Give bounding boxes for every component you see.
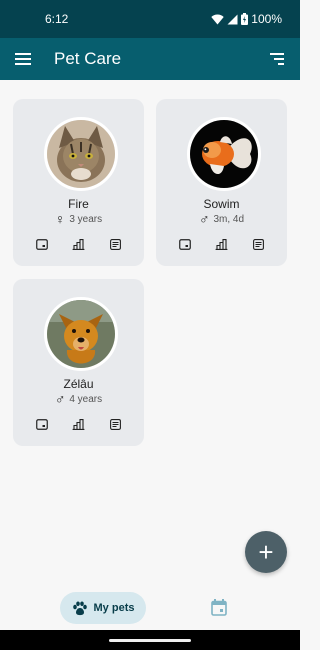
notes-icon[interactable] — [251, 237, 265, 251]
status-bar: 6:12 100% — [0, 0, 300, 38]
pet-name: Sowim — [203, 197, 240, 211]
pet-meta: ♂ 4 years — [13, 392, 144, 406]
pet-photo-dog — [44, 297, 118, 371]
chart-icon[interactable] — [215, 237, 229, 251]
pet-age: 3m, 4d — [213, 213, 245, 225]
paw-icon — [72, 601, 87, 615]
nav-item-my-pets[interactable]: My pets — [60, 592, 146, 624]
hamburger-menu-icon[interactable] — [14, 50, 32, 68]
notes-icon[interactable] — [108, 237, 122, 251]
battery-percent: 100% — [251, 12, 282, 26]
bottom-nav: My pets — [0, 588, 300, 630]
pet-card[interactable]: Sowim ♂ 3m, 4d — [156, 99, 287, 266]
status-icons: 100% — [211, 12, 282, 26]
weight-icon[interactable] — [35, 417, 49, 431]
plus-icon: + — [258, 536, 274, 567]
male-icon: ♂ — [198, 211, 210, 227]
pet-meta: ♀ 3 years — [13, 212, 144, 226]
weight-icon[interactable] — [178, 237, 192, 251]
app-bar: Pet Care — [0, 38, 300, 80]
card-actions — [35, 417, 122, 431]
signal-icon — [227, 14, 238, 24]
notes-icon[interactable] — [108, 417, 122, 431]
calendar-icon[interactable] — [211, 599, 229, 617]
add-pet-button[interactable]: + — [245, 531, 287, 573]
chart-icon[interactable] — [72, 237, 86, 251]
card-actions — [35, 237, 122, 251]
wifi-icon — [211, 14, 224, 24]
female-icon: ♀ — [54, 211, 66, 227]
pet-name: Fire — [68, 197, 89, 211]
chart-icon[interactable] — [72, 417, 86, 431]
status-time: 6:12 — [45, 12, 69, 26]
home-gesture-handle[interactable] — [109, 639, 191, 642]
battery-icon — [241, 13, 249, 25]
male-icon: ♂ — [54, 391, 66, 407]
card-actions — [178, 237, 265, 251]
sort-icon[interactable] — [268, 50, 286, 68]
weight-icon[interactable] — [35, 237, 49, 251]
pet-card[interactable]: Zélâu ♂ 4 years — [13, 279, 144, 446]
pet-meta: ♂ 3m, 4d — [156, 212, 287, 226]
pet-photo-cat — [44, 117, 118, 191]
pet-name: Zélâu — [63, 377, 94, 391]
pet-age: 4 years — [69, 393, 103, 405]
pet-age: 3 years — [69, 213, 103, 225]
pet-photo-goldfish — [187, 117, 261, 191]
system-gesture-bar — [0, 630, 300, 650]
page-title: Pet Care — [54, 49, 122, 68]
pet-card[interactable]: Fire ♀ 3 years — [13, 99, 144, 266]
nav-label-my-pets: My pets — [93, 602, 135, 614]
